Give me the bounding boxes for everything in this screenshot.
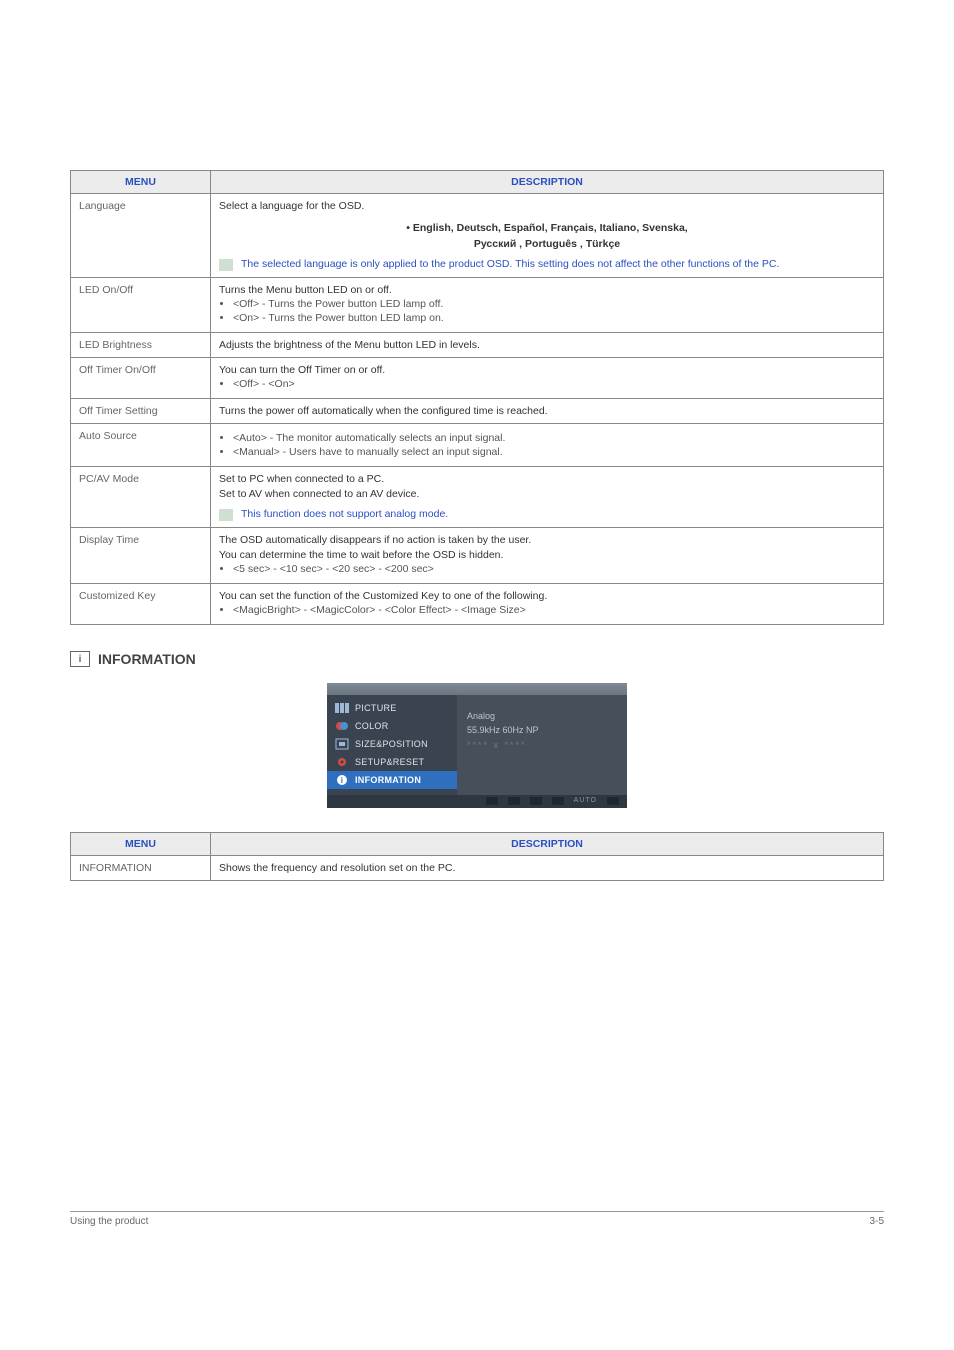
osd-item-label: SETUP&RESET (355, 757, 424, 767)
picture-icon (335, 702, 349, 714)
table-row: LED On/Off Turns the Menu button LED on … (71, 278, 884, 333)
info-heading-text: INFORMATION (98, 651, 196, 667)
display-time-l2: You can determine the time to wait befor… (219, 549, 875, 561)
osd-menu-table: MENU DESCRIPTION Language Select a langu… (70, 170, 884, 625)
info-icon: i (335, 774, 349, 786)
display-time-l1: The OSD automatically disappears if no a… (219, 534, 875, 546)
osd-nav-icon (508, 797, 520, 805)
svg-text:i: i (341, 776, 344, 785)
language-note-text: The selected language is only applied to… (241, 258, 779, 270)
menu-cell-auto-source: Auto Source (71, 424, 211, 467)
desc-cell-pcav: Set to PC when connected to a PC. Set to… (211, 467, 884, 528)
sizeposition-icon (335, 738, 349, 750)
desc-cell-led-onoff: Turns the Menu button LED on or off. <Of… (211, 278, 884, 333)
th-desc: DESCRIPTION (211, 171, 884, 194)
led-onoff-b2: <On> - Turns the Power button LED lamp o… (233, 312, 875, 324)
language-list-1: • English, Deutsch, Español, Français, I… (219, 222, 875, 234)
osd-item-setupreset: SETUP&RESET (327, 753, 457, 771)
th-menu: MENU (71, 833, 211, 856)
osd-panel: PICTURE COLOR SIZE&POSITION (327, 683, 627, 808)
osd-nav-icon (552, 797, 564, 805)
osd-info-pane: Analog 55.9kHz 60Hz NP **** x **** (457, 695, 627, 795)
off-timer-intro: You can turn the Off Timer on or off. (219, 364, 875, 376)
display-time-b1: <5 sec> - <10 sec> - <20 sec> - <200 sec… (233, 563, 875, 575)
desc-cell-display-time: The OSD automatically disappears if no a… (211, 528, 884, 584)
osd-menu-list: PICTURE COLOR SIZE&POSITION (327, 695, 457, 795)
menu-cell-language: Language (71, 194, 211, 278)
note-icon (219, 259, 233, 271)
custom-key-b1: <MagicBright> - <MagicColor> - <Color Ef… (233, 604, 875, 616)
info-heading-icon: i (70, 651, 90, 667)
osd-item-label: SIZE&POSITION (355, 739, 428, 749)
osd-titlebar (327, 683, 627, 695)
page-footer: Using the product 3-5 (70, 1211, 884, 1227)
osd-item-color: COLOR (327, 717, 457, 735)
footer-left: Using the product (70, 1216, 148, 1227)
custom-key-l1: You can set the function of the Customiz… (219, 590, 875, 602)
osd-info-mode: Analog (467, 709, 617, 723)
table-row: INFORMATION Shows the frequency and reso… (71, 856, 884, 881)
table-row: Off Timer Setting Turns the power off au… (71, 399, 884, 424)
menu-cell-led-onoff: LED On/Off (71, 278, 211, 333)
language-intro: Select a language for the OSD. (219, 200, 875, 212)
table-row: Off Timer On/Off You can turn the Off Ti… (71, 358, 884, 399)
table-row: PC/AV Mode Set to PC when connected to a… (71, 467, 884, 528)
desc-cell-language: Select a language for the OSD. • English… (211, 194, 884, 278)
pcav-l1: Set to PC when connected to a PC. (219, 473, 875, 485)
led-onoff-intro: Turns the Menu button LED on or off. (219, 284, 875, 296)
osd-nav-icon (486, 797, 498, 805)
table-row: LED Brightness Adjusts the brightness of… (71, 333, 884, 358)
led-onoff-b1: <Off> - Turns the Power button LED lamp … (233, 298, 875, 310)
menu-cell-pcav: PC/AV Mode (71, 467, 211, 528)
osd-info-freq: 55.9kHz 60Hz NP (467, 723, 617, 737)
osd-item-information: i INFORMATION (327, 771, 457, 789)
table-row: Customized Key You can set the function … (71, 584, 884, 625)
osd-item-sizeposition: SIZE&POSITION (327, 735, 457, 753)
menu-cell-led-brightness: LED Brightness (71, 333, 211, 358)
table-row: Display Time The OSD automatically disap… (71, 528, 884, 584)
osd-item-picture: PICTURE (327, 699, 457, 717)
gear-icon (335, 756, 349, 768)
auto-source-b2: <Manual> - Users have to manually select… (233, 446, 875, 458)
menu-cell-custom-key: Customized Key (71, 584, 211, 625)
desc-cell-led-brightness: Adjusts the brightness of the Menu butto… (211, 333, 884, 358)
table-row: Auto Source <Auto> - The monitor automat… (71, 424, 884, 467)
off-timer-b1: <Off> - <On> (233, 378, 875, 390)
osd-bottom-bar: AUTO (327, 795, 627, 808)
desc-cell-custom-key: You can set the function of the Customiz… (211, 584, 884, 625)
language-list-2: Русский , Português , Türkçe (219, 238, 875, 250)
desc-cell-auto-source: <Auto> - The monitor automatically selec… (211, 424, 884, 467)
osd-info-res: **** x **** (467, 738, 617, 752)
desc-cell-information: Shows the frequency and resolution set o… (211, 856, 884, 881)
menu-cell-off-timer-setting: Off Timer Setting (71, 399, 211, 424)
osd-item-label: COLOR (355, 721, 389, 731)
osd-nav-icon (530, 797, 542, 805)
th-menu: MENU (71, 171, 211, 194)
menu-cell-off-timer-onoff: Off Timer On/Off (71, 358, 211, 399)
osd-nav-icon (607, 797, 619, 805)
menu-cell-information: INFORMATION (71, 856, 211, 881)
desc-cell-off-timer-onoff: You can turn the Off Timer on or off. <O… (211, 358, 884, 399)
th-desc: DESCRIPTION (211, 833, 884, 856)
menu-cell-display-time: Display Time (71, 528, 211, 584)
auto-source-b1: <Auto> - The monitor automatically selec… (233, 432, 875, 444)
note-icon (219, 509, 233, 521)
osd-auto-label: AUTO (574, 797, 597, 805)
language-note: The selected language is only applied to… (219, 258, 875, 271)
desc-cell-off-timer-setting: Turns the power off automatically when t… (211, 399, 884, 424)
information-table: MENU DESCRIPTION INFORMATION Shows the f… (70, 832, 884, 881)
table-row: Language Select a language for the OSD. … (71, 194, 884, 278)
pcav-l2: Set to AV when connected to an AV device… (219, 488, 875, 500)
color-icon (335, 720, 349, 732)
footer-right: 3-5 (870, 1216, 884, 1227)
pcav-note-text: This function does not support analog mo… (241, 508, 448, 520)
information-heading: i INFORMATION (70, 651, 884, 667)
osd-item-label: INFORMATION (355, 775, 421, 785)
osd-item-label: PICTURE (355, 703, 397, 713)
pcav-note: This function does not support analog mo… (219, 508, 875, 521)
